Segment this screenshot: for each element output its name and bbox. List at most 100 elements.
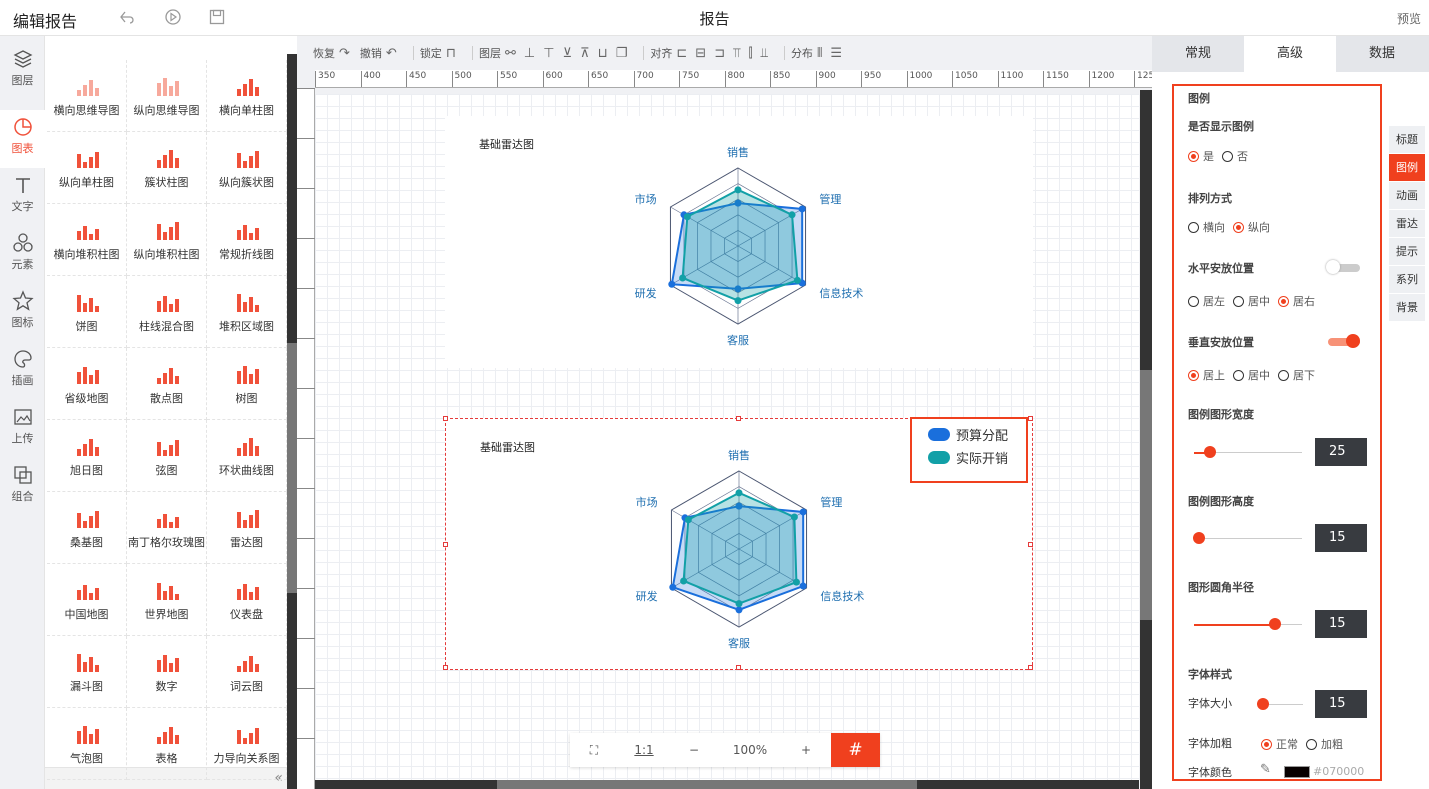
- palette-item[interactable]: 纵向思维导图: [127, 60, 207, 132]
- align-center-icon[interactable]: ⊟: [695, 46, 706, 61]
- tab-general[interactable]: 常规: [1152, 36, 1244, 72]
- palette-item[interactable]: 柱线混合图: [127, 276, 207, 348]
- zoom-in-button[interactable]: +: [782, 743, 830, 757]
- side-tab[interactable]: 雷达: [1389, 210, 1425, 238]
- eyedropper-icon[interactable]: ✎: [1260, 762, 1271, 777]
- canvas-vscrollbar-thumb[interactable]: [1140, 370, 1152, 620]
- distribute-v-icon[interactable]: ☰: [830, 46, 842, 61]
- arrange-vertical[interactable]: 纵向: [1233, 219, 1270, 235]
- radar-point[interactable]: [799, 582, 807, 590]
- radar-point[interactable]: [793, 276, 801, 284]
- fit-screen-icon[interactable]: ⛶: [570, 743, 618, 758]
- palette-item[interactable]: 树图: [207, 348, 287, 420]
- palette-item[interactable]: 横向单柱图: [207, 60, 287, 132]
- shape-width-value[interactable]: 25: [1315, 438, 1367, 466]
- arrange-horizontal[interactable]: 横向: [1188, 219, 1225, 235]
- radar-point[interactable]: [799, 508, 807, 516]
- nav-upload[interactable]: 上传: [0, 400, 45, 458]
- radius-slider[interactable]: [1194, 618, 1302, 630]
- font-weight-bold[interactable]: 加粗: [1306, 736, 1343, 752]
- palette-item[interactable]: 散点图: [127, 348, 207, 420]
- preview-button[interactable]: 预览: [1397, 10, 1421, 27]
- palette-item[interactable]: 词云图: [207, 636, 287, 708]
- palette-item[interactable]: 环状曲线图: [207, 420, 287, 492]
- side-tab[interactable]: 标题: [1389, 126, 1425, 154]
- resize-handle[interactable]: [1028, 542, 1033, 547]
- radar-point[interactable]: [683, 213, 691, 221]
- grid-toggle-icon[interactable]: #: [831, 733, 880, 767]
- palette-item[interactable]: 世界地图: [127, 564, 207, 636]
- nav-elements[interactable]: 元素: [0, 226, 45, 284]
- tab-advanced[interactable]: 高级: [1244, 36, 1336, 72]
- font-size-slider[interactable]: [1257, 698, 1303, 710]
- shape-height-value[interactable]: 15: [1315, 524, 1367, 552]
- palette-item[interactable]: 弦图: [127, 420, 207, 492]
- nav-group[interactable]: 组合: [0, 458, 45, 516]
- font-size-value[interactable]: 15: [1315, 690, 1367, 718]
- align-bottom-icon[interactable]: ⫫: [761, 46, 768, 61]
- palette-item[interactable]: 中国地图: [47, 564, 127, 636]
- h-pos-right[interactable]: 居右: [1278, 293, 1315, 309]
- align-middle-icon[interactable]: ⫿: [748, 46, 752, 61]
- palette-item[interactable]: 堆积区域图: [207, 276, 287, 348]
- legend-item[interactable]: 预算分配: [928, 425, 1008, 444]
- nav-icons[interactable]: 图标: [0, 284, 45, 342]
- zoom-out-button[interactable]: −: [670, 743, 718, 757]
- radar-point[interactable]: [798, 205, 806, 213]
- radar-point[interactable]: [792, 578, 800, 586]
- radar-point[interactable]: [734, 297, 742, 305]
- palette-item[interactable]: 力导向关系图: [207, 708, 287, 780]
- side-tab[interactable]: 提示: [1389, 238, 1425, 266]
- undo-button[interactable]: 撤销 ↶: [360, 45, 401, 61]
- v-pos-bottom[interactable]: 居下: [1278, 367, 1315, 383]
- nav-illustrations[interactable]: 插画: [0, 342, 45, 400]
- nav-text[interactable]: 文字: [0, 168, 45, 226]
- radar-point[interactable]: [680, 577, 688, 585]
- report-canvas[interactable]: 基础雷达图 销售 管理 信息技术 客服 研发 市场 基础雷达图 销售 管理 信息技术 客服 研发市…: [315, 94, 1139, 780]
- show-legend-yes[interactable]: 是: [1188, 148, 1214, 164]
- layer-top-icon[interactable]: ⊤: [543, 46, 554, 61]
- palette-scrollbar-thumb[interactable]: [287, 343, 297, 593]
- resize-handle[interactable]: [736, 665, 741, 670]
- restore-button[interactable]: 恢复 ↷: [313, 45, 354, 61]
- radar-chart-1[interactable]: 基础雷达图 销售 管理 信息技术 客服 研发 市场: [445, 116, 1033, 368]
- palette-item[interactable]: 南丁格尔玫瑰图: [127, 492, 207, 564]
- resize-handle[interactable]: [443, 416, 448, 421]
- chart-legend[interactable]: 预算分配 实际开销: [910, 417, 1028, 483]
- h-pos-center[interactable]: 居中: [1233, 293, 1270, 309]
- show-legend-no[interactable]: 否: [1222, 148, 1248, 164]
- align-top-icon[interactable]: ⫪: [733, 46, 740, 61]
- palette-item[interactable]: 气泡图: [47, 708, 127, 780]
- layer-down-icon[interactable]: ⊻: [563, 46, 573, 61]
- nav-layers[interactable]: 图层: [0, 42, 45, 100]
- radar-point[interactable]: [735, 606, 743, 614]
- v-pos-center[interactable]: 居中: [1233, 367, 1270, 383]
- resize-handle[interactable]: [443, 665, 448, 670]
- layer-bottom-icon[interactable]: ⊼: [580, 46, 590, 61]
- palette-item[interactable]: 横向思维导图: [47, 60, 127, 132]
- align-left-icon[interactable]: ⊏: [676, 46, 687, 61]
- resize-handle[interactable]: [443, 542, 448, 547]
- side-tab[interactable]: 系列: [1389, 266, 1425, 294]
- side-tab[interactable]: 动画: [1389, 182, 1425, 210]
- radar-point[interactable]: [668, 280, 676, 288]
- radar-series-area[interactable]: [682, 491, 798, 605]
- side-tab[interactable]: 背景: [1389, 294, 1425, 322]
- resize-handle[interactable]: [736, 416, 741, 421]
- side-tab[interactable]: 图例: [1389, 154, 1425, 182]
- palette-item[interactable]: 表格: [127, 708, 207, 780]
- radius-value[interactable]: 15: [1315, 610, 1367, 638]
- palette-item[interactable]: 饼图: [47, 276, 127, 348]
- palette-item[interactable]: 纵向堆积柱图: [127, 204, 207, 276]
- palette-item[interactable]: 雷达图: [207, 492, 287, 564]
- radar-point[interactable]: [684, 516, 692, 524]
- palette-item[interactable]: 桑基图: [47, 492, 127, 564]
- palette-item[interactable]: 旭日图: [47, 420, 127, 492]
- palette-item[interactable]: 纵向簇状图: [207, 132, 287, 204]
- v-pos-toggle[interactable]: [1328, 334, 1360, 348]
- font-color-swatch[interactable]: [1284, 766, 1310, 778]
- v-pos-top[interactable]: 居上: [1188, 367, 1225, 383]
- lock-button[interactable]: 锁定 ⊓: [420, 45, 460, 61]
- palette-item[interactable]: 横向堆积柱图: [47, 204, 127, 276]
- resize-handle[interactable]: [1028, 665, 1033, 670]
